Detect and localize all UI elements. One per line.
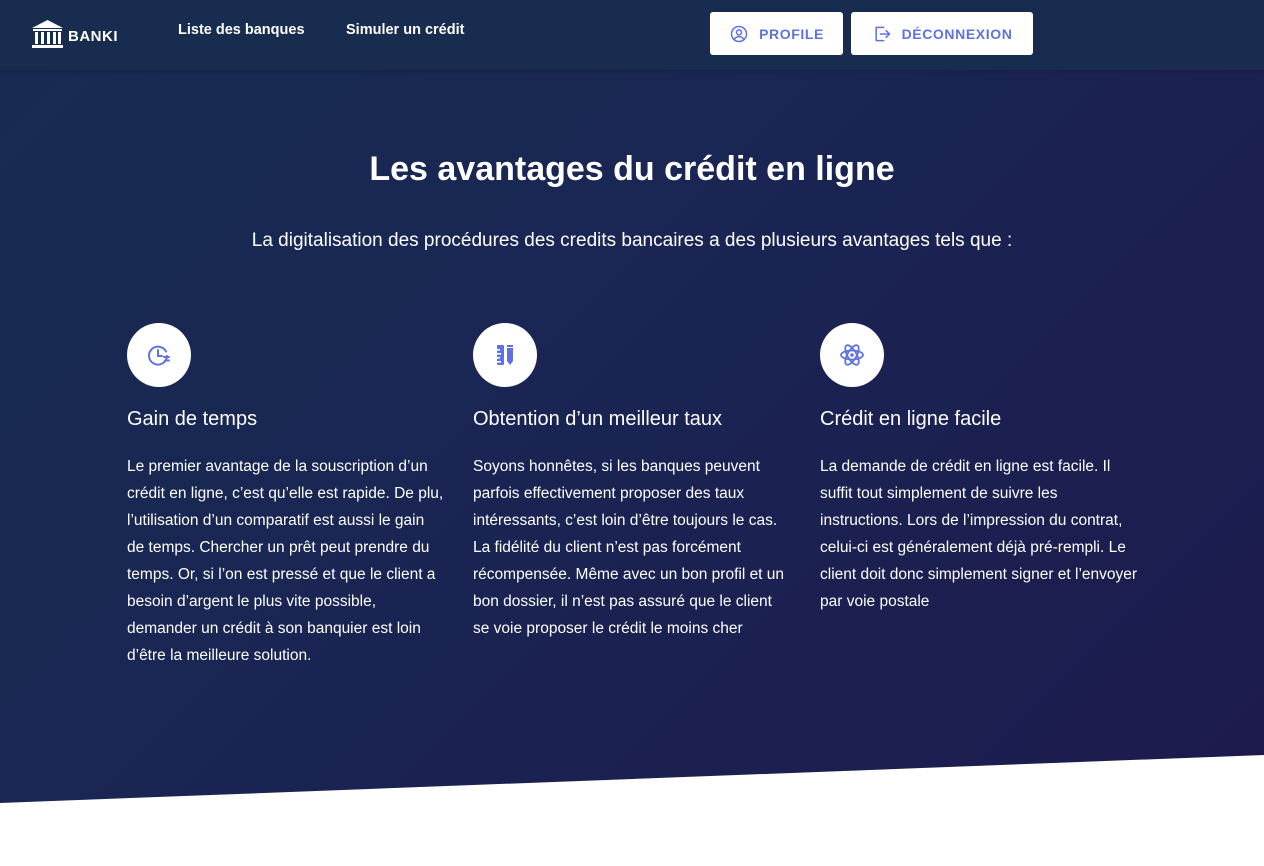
brand-name: BANKI	[68, 28, 118, 45]
feature-title: Crédit en ligne facile	[820, 408, 1002, 430]
ruler-pencil-icon	[497, 345, 513, 365]
bank-icon	[32, 20, 63, 48]
feature-title: Gain de temps	[127, 408, 258, 430]
nav-link-bank-list[interactable]: Liste des banques	[178, 22, 305, 38]
feature-text: La demande de crédit en ligne est facile…	[820, 458, 1138, 610]
user-circle-icon	[730, 25, 748, 42]
profile-button-label: PROFILE	[759, 25, 824, 42]
bottom-section	[0, 806, 1264, 866]
logout-icon	[874, 26, 890, 41]
feature-card-time: Gain de temps Le premier avantage de la …	[127, 322, 447, 669]
feature-icon-circle	[820, 323, 884, 387]
navbar: BANKI Liste des banques Simuler un crédi…	[0, 0, 1264, 70]
page-title: Les avantages du crédit en ligne	[369, 150, 895, 188]
feature-text: Le premier avantage de la souscription d…	[127, 458, 444, 664]
feature-card-rate: Obtention d’un meilleur taux Soyons honn…	[473, 322, 793, 642]
atom-icon	[840, 344, 864, 366]
brand-logo[interactable]: BANKI	[31, 18, 118, 50]
profile-button[interactable]: PROFILE	[710, 12, 843, 55]
logout-button-label: DÉCONNEXION	[901, 25, 1013, 42]
feature-card-easy: Crédit en ligne facile La demande de cré…	[820, 322, 1140, 615]
nav-link-credit-simulator[interactable]: Simuler un crédit	[346, 22, 464, 38]
clock-icon	[148, 345, 170, 366]
page-subtitle: La digitalisation des procédures des cre…	[251, 230, 1013, 251]
feature-title: Obtention d’un meilleur taux	[473, 408, 723, 430]
feature-icon-circle	[473, 323, 537, 387]
feature-icon-circle	[127, 323, 191, 387]
logout-button[interactable]: DÉCONNEXION	[851, 12, 1033, 55]
feature-text: Soyons honnêtes, si les banques peuvent …	[473, 458, 785, 637]
